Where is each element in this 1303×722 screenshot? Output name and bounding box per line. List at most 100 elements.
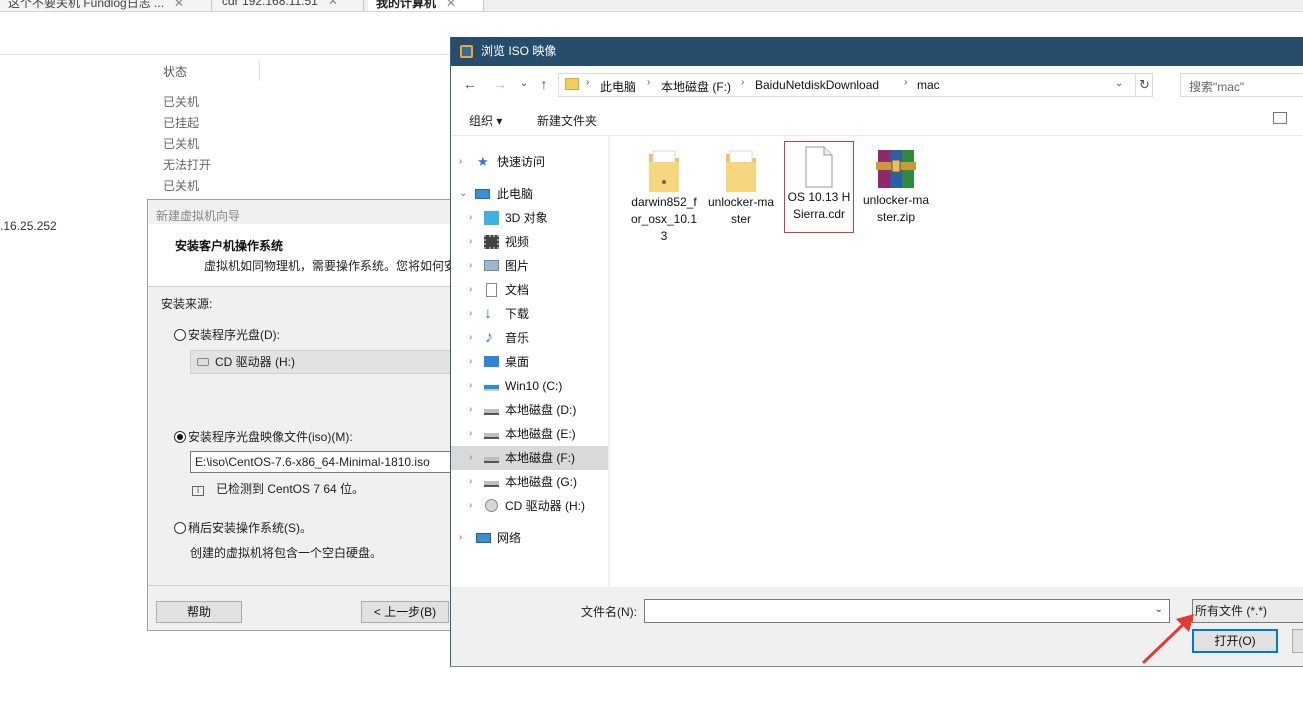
tab-my-computer[interactable]: 我的计算机 ✕ bbox=[368, 0, 484, 11]
nav-drive-d[interactable]: › 本地磁盘 (D:) bbox=[451, 398, 608, 422]
radio-disc[interactable] bbox=[174, 329, 186, 341]
file-item-unlocker-folder[interactable]: unlocker-master bbox=[705, 144, 777, 228]
folder-icon bbox=[726, 150, 756, 192]
filename-input[interactable]: ⌄ bbox=[644, 599, 1170, 623]
tab-fundlog[interactable]: 这个不要关机 Fundlog日志 ... ✕ bbox=[0, 0, 212, 11]
breadcrumb-item[interactable]: 此电脑 bbox=[600, 78, 636, 95]
tab-cdr[interactable]: cdr 192.168.11.51 ✕ bbox=[214, 0, 364, 11]
iso-path-input[interactable]: E:\iso\CentOS-7.6-x86_64-Minimal-1810.is… bbox=[190, 451, 458, 473]
chevron-right-icon[interactable]: › bbox=[469, 206, 472, 230]
nav-label: 本地磁盘 (E:) bbox=[505, 427, 576, 441]
chevron-right-icon[interactable]: › bbox=[469, 350, 472, 374]
chevron-right-icon[interactable]: › bbox=[469, 446, 472, 470]
back-button[interactable]: < 上一步(B) bbox=[361, 601, 449, 623]
close-icon[interactable]: ✕ bbox=[174, 0, 184, 10]
nav-videos[interactable]: › 视频 bbox=[451, 230, 608, 254]
chevron-right-icon[interactable]: › bbox=[469, 326, 472, 350]
nav-cd-drive-h[interactable]: › CD 驱动器 (H:) bbox=[451, 494, 608, 518]
open-button[interactable]: 打开(O) bbox=[1192, 629, 1278, 653]
breadcrumb-item[interactable]: BaiduNetdiskDownload bbox=[755, 78, 879, 92]
chevron-down-icon[interactable]: ⌄ bbox=[459, 182, 467, 206]
nav-music[interactable]: › ♪ 音乐 bbox=[451, 326, 608, 350]
nav-label: 本地磁盘 (G:) bbox=[505, 475, 577, 489]
wizard-header: 安装客户机操作系统 虚拟机如同物理机，需要操作系统。您将如何安 bbox=[148, 224, 458, 287]
refresh-icon[interactable]: ↻ bbox=[1139, 77, 1150, 93]
folder-icon bbox=[565, 78, 579, 90]
file-item-os-cdr[interactable]: OS 10.13 HSierra.cdr bbox=[784, 141, 854, 233]
detected-info: i 已检测到 CentOS 7 64 位。 bbox=[192, 480, 364, 497]
chevron-right-icon[interactable]: › bbox=[469, 494, 472, 518]
file-list-pane: darwin852_for_osx_10.13 unlocker-master … bbox=[609, 136, 1303, 587]
new-folder-button[interactable]: 新建文件夹 bbox=[537, 112, 597, 129]
computer-icon bbox=[475, 189, 490, 199]
search-input[interactable]: 搜索"mac" bbox=[1180, 73, 1303, 97]
nav-label: 文档 bbox=[505, 283, 530, 297]
chevron-right-icon[interactable]: › bbox=[459, 150, 462, 174]
file-type-select[interactable]: 所有文件 (*.*) bbox=[1192, 599, 1303, 623]
chevron-right-icon[interactable]: › bbox=[904, 77, 907, 88]
video-icon bbox=[484, 235, 499, 249]
nav-downloads[interactable]: › ↓ 下载 bbox=[451, 302, 608, 326]
up-arrow-icon[interactable]: ↑ bbox=[535, 75, 553, 93]
status-column-header[interactable]: 状态 bbox=[160, 61, 260, 81]
file-item-darwin[interactable]: darwin852_for_osx_10.13 bbox=[628, 144, 700, 245]
nav-quick-access[interactable]: › ★ 快速访问 bbox=[451, 150, 608, 174]
nav-label: 桌面 bbox=[505, 355, 530, 369]
dialog-title: 浏览 ISO 映像 bbox=[481, 44, 557, 58]
iso-option[interactable]: 安装程序光盘映像文件(iso)(M): bbox=[174, 428, 353, 445]
chevron-right-icon[interactable]: › bbox=[469, 230, 472, 254]
status-cell: 已挂起 bbox=[163, 116, 200, 130]
back-arrow-icon[interactable]: ← bbox=[461, 75, 479, 93]
cancel-button[interactable] bbox=[1292, 629, 1303, 653]
chevron-right-icon[interactable]: › bbox=[647, 77, 650, 88]
radio-later[interactable] bbox=[174, 522, 186, 534]
chevron-right-icon[interactable]: › bbox=[469, 398, 472, 422]
nav-label: Win10 (C:) bbox=[505, 379, 563, 393]
file-item-unlocker-zip[interactable]: unlocker-master.zip bbox=[860, 144, 932, 226]
chevron-right-icon[interactable]: › bbox=[459, 526, 462, 550]
nav-pictures[interactable]: › 图片 bbox=[451, 254, 608, 278]
organize-button[interactable]: 组织 ▾ bbox=[469, 112, 502, 129]
chevron-down-icon[interactable]: ⌄ bbox=[1115, 78, 1123, 89]
view-options-icon[interactable] bbox=[1273, 112, 1287, 124]
address-bar[interactable]: › 此电脑 › 本地磁盘 (F:) › BaiduNetdiskDownload… bbox=[558, 73, 1153, 97]
breadcrumb-item[interactable]: mac bbox=[917, 78, 940, 92]
nav-desktop[interactable]: › 桌面 bbox=[451, 350, 608, 374]
chevron-right-icon[interactable]: › bbox=[741, 77, 744, 88]
nav-3d-objects[interactable]: › 3D 对象 bbox=[451, 206, 608, 230]
close-icon[interactable]: ✕ bbox=[446, 0, 456, 10]
radio-iso[interactable] bbox=[174, 431, 186, 443]
nav-label: CD 驱动器 (H:) bbox=[505, 499, 585, 513]
chevron-right-icon[interactable]: › bbox=[469, 374, 472, 398]
wizard-title: 新建虚拟机向导 bbox=[156, 209, 241, 223]
nav-documents[interactable]: › 文档 bbox=[451, 278, 608, 302]
later-option[interactable]: 稍后安装操作系统(S)。 bbox=[174, 519, 312, 536]
nav-this-pc[interactable]: ⌄ 此电脑 bbox=[451, 182, 608, 206]
blank-file-icon bbox=[805, 146, 833, 188]
disc-option-label: 安装程序光盘(D): bbox=[188, 328, 280, 342]
nav-drive-f[interactable]: › 本地磁盘 (F:) bbox=[451, 446, 608, 470]
forward-arrow-icon[interactable]: → bbox=[491, 75, 509, 93]
recent-chevron-icon[interactable]: ⌄ bbox=[515, 75, 533, 93]
chevron-right-icon[interactable]: › bbox=[469, 422, 472, 446]
chevron-right-icon[interactable]: › bbox=[586, 77, 589, 88]
nav-drive-g[interactable]: › 本地磁盘 (G:) bbox=[451, 470, 608, 494]
cd-drive-icon bbox=[485, 499, 498, 512]
breadcrumb-item[interactable]: 本地磁盘 (F:) bbox=[661, 78, 731, 95]
nav-network[interactable]: › 网络 bbox=[451, 526, 608, 550]
desktop-icon bbox=[484, 356, 499, 367]
help-button[interactable]: 帮助 bbox=[156, 601, 242, 623]
chevron-right-icon[interactable]: › bbox=[469, 278, 472, 302]
wizard-heading: 安装客户机操作系统 bbox=[175, 239, 284, 253]
nav-drive-c[interactable]: › Win10 (C:) bbox=[451, 374, 608, 398]
nav-label: 音乐 bbox=[505, 331, 530, 345]
disc-option[interactable]: 安装程序光盘(D): bbox=[174, 326, 280, 343]
nav-drive-e[interactable]: › 本地磁盘 (E:) bbox=[451, 422, 608, 446]
close-icon[interactable]: ✕ bbox=[328, 0, 338, 8]
install-source-label: 安装来源: bbox=[161, 297, 213, 311]
cd-drive-select[interactable]: CD 驱动器 (H:) bbox=[190, 350, 458, 374]
chevron-right-icon[interactable]: › bbox=[469, 302, 472, 326]
file-name: OS 10.13 HSierra.cdr bbox=[787, 190, 851, 221]
chevron-right-icon[interactable]: › bbox=[469, 470, 472, 494]
chevron-right-icon[interactable]: › bbox=[469, 254, 472, 278]
